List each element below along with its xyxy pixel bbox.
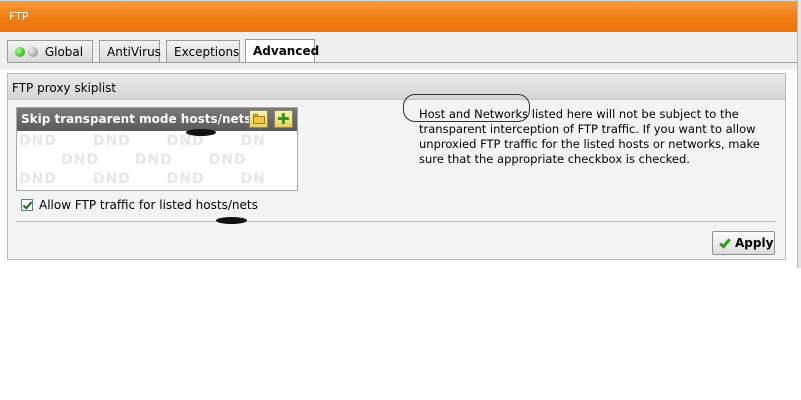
allow-ftp-checkbox[interactable] xyxy=(21,199,33,211)
tab-advanced-label: Advanced xyxy=(253,44,320,58)
checkmark-icon xyxy=(719,236,731,249)
tab-underline xyxy=(7,62,797,63)
redaction-scribble xyxy=(216,217,247,224)
add-host-button[interactable]: ✚ xyxy=(274,110,293,128)
listbox-title: Skip transparent mode hosts/nets xyxy=(21,112,252,126)
window-title: FTP xyxy=(9,10,29,23)
titlebar: FTP xyxy=(0,0,797,32)
allow-ftp-label: Allow FTP traffic for listed hosts/nets xyxy=(39,198,258,212)
dnd-watermark: DND DND DND DN DND DND DND DND DND DND D… xyxy=(17,131,297,190)
annotation-circle xyxy=(403,94,530,122)
ftp-skiplist-panel: FTP proxy skiplist Skip transparent mode… xyxy=(7,73,786,260)
tab-advanced[interactable]: Advanced xyxy=(245,39,319,63)
apply-button[interactable]: Apply xyxy=(712,231,775,255)
tab-exceptions[interactable]: Exceptions xyxy=(166,40,240,62)
listbox-header: Skip transparent mode hosts/nets ✚ xyxy=(17,108,297,131)
open-folder-button[interactable] xyxy=(249,110,268,128)
watermark-row: DND DND DND xyxy=(61,152,247,168)
tab-antivirus-label: AntiVirus xyxy=(107,45,161,59)
skip-hosts-listbox[interactable]: Skip transparent mode hosts/nets ✚ DND D… xyxy=(16,107,298,191)
apply-label: Apply xyxy=(735,236,774,250)
add-icon: ✚ xyxy=(277,110,290,128)
redaction-scribble xyxy=(186,129,216,136)
allow-ftp-row: Allow FTP traffic for listed hosts/nets xyxy=(21,198,258,212)
tab-global[interactable]: Global xyxy=(7,40,93,62)
watermark-row: DND DND DND DN xyxy=(19,133,266,149)
tab-bar: Global AntiVirus Exceptions Advanced xyxy=(0,32,797,70)
panel-title: FTP proxy skiplist xyxy=(8,74,785,100)
tab-exceptions-label: Exceptions xyxy=(174,45,240,59)
tab-global-label: Global xyxy=(44,45,84,59)
window-edge xyxy=(797,0,801,268)
status-green-icon xyxy=(15,47,25,57)
divider xyxy=(16,221,776,222)
tab-antivirus[interactable]: AntiVirus xyxy=(99,40,161,62)
watermark-row: DND DND DND DN xyxy=(19,171,266,187)
status-gray-icon xyxy=(28,47,38,57)
